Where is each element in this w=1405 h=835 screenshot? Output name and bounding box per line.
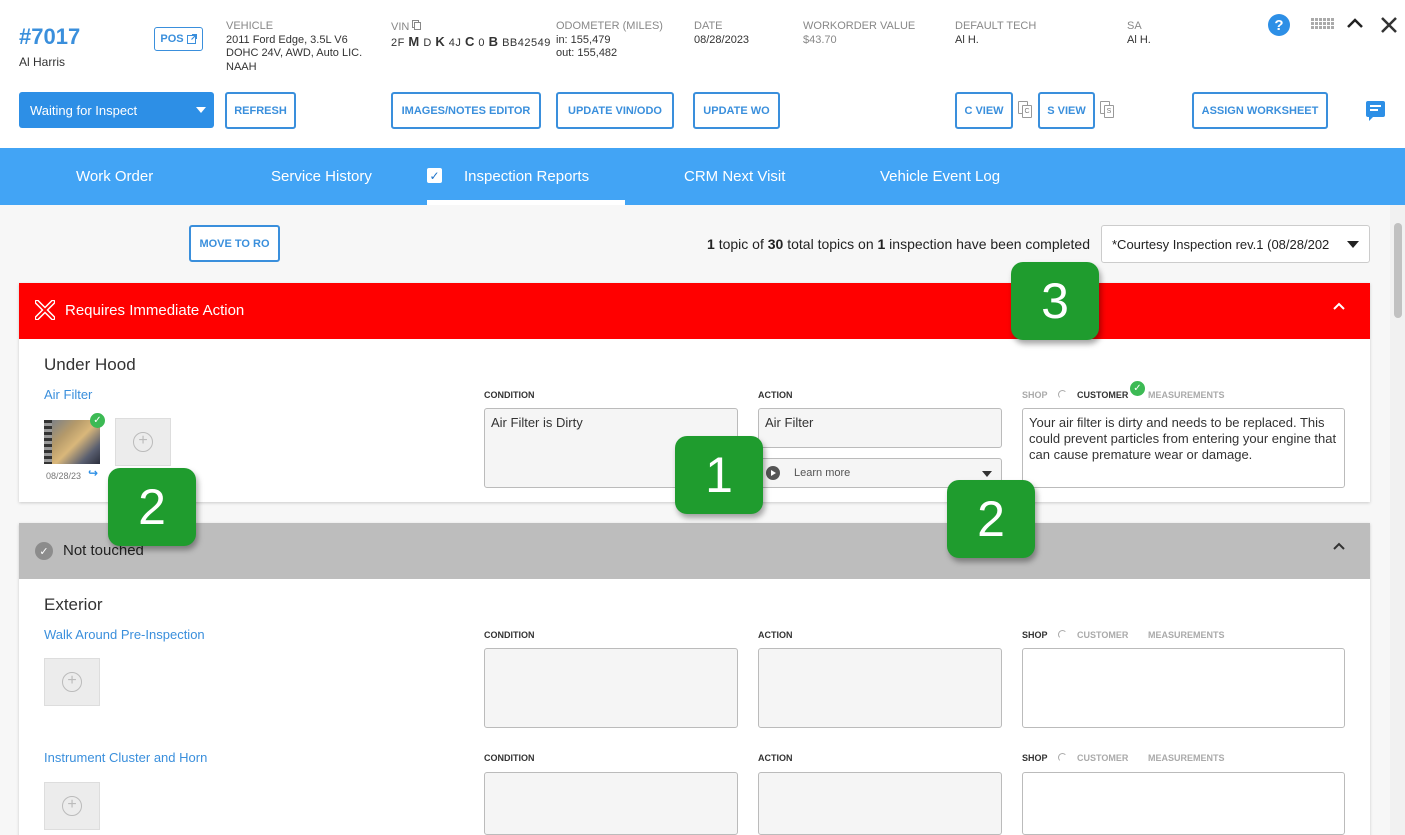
chevron-up-icon[interactable]	[1332, 299, 1346, 313]
measurements-tab[interactable]: MEASUREMENTS	[1148, 753, 1225, 763]
add-photo-button[interactable]: +	[44, 658, 100, 706]
c-view-button[interactable]: C VIEW	[955, 92, 1013, 129]
topic-air-filter[interactable]: Air Filter	[44, 387, 92, 402]
note-field[interactable]	[1022, 772, 1345, 835]
measurements-tab[interactable]: MEASUREMENTS	[1148, 630, 1225, 640]
default-tech-field: DEFAULT TECH Al H.	[955, 20, 1037, 46]
vin-value: 2F M D K 4J C 0 B BB42549	[391, 33, 551, 49]
callout-2-customer: 2	[947, 480, 1035, 558]
chevron-up-icon[interactable]	[1332, 539, 1346, 553]
tab-crm-next-visit[interactable]: CRM Next Visit	[684, 148, 785, 205]
assign-worksheet-button[interactable]: ASSIGN WORKSHEET	[1192, 92, 1328, 129]
app-window: #7017 Al Harris POS VEHICLE 2011 Ford Ed…	[0, 0, 1405, 835]
workorder-header: #7017 Al Harris POS VEHICLE 2011 Ford Ed…	[0, 0, 1405, 148]
check-circle-icon: ✓	[35, 542, 53, 560]
inspection-tab-checkbox[interactable]: ✓	[427, 168, 442, 183]
tab-service-history[interactable]: Service History	[271, 148, 372, 205]
action-label: ACTION	[758, 630, 793, 640]
add-photo-button[interactable]: +	[44, 782, 100, 830]
tab-vehicle-event-log[interactable]: Vehicle Event Log	[880, 148, 1000, 205]
customer-note-field[interactable]: Your air filter is dirty and needs to be…	[1022, 408, 1345, 488]
update-vin-odo-button[interactable]: UPDATE VIN/ODO	[556, 92, 674, 129]
measurements-tab[interactable]: MEASUREMENTS	[1148, 390, 1225, 400]
action-field[interactable]: Air Filter	[758, 408, 1002, 448]
workorder-value-field: WORKORDER VALUE $43.70	[803, 20, 916, 46]
tab-bar: Work Order Service History Inspection Re…	[0, 148, 1405, 205]
section-title: Requires Immediate Action	[65, 302, 245, 319]
loading-icon	[1058, 753, 1067, 762]
topic-walk-around[interactable]: Walk Around Pre-Inspection	[44, 627, 205, 642]
pos-button[interactable]: POS	[154, 27, 203, 51]
date-field: DATE 08/28/2023	[694, 20, 750, 46]
customer-name: Al Harris	[19, 55, 66, 69]
refresh-button[interactable]: REFRESH	[225, 92, 296, 129]
customer-tab[interactable]: CUSTOMER	[1077, 630, 1128, 640]
not-touched-header[interactable]: ✓ Not touched	[19, 523, 1370, 579]
external-link-icon	[186, 34, 197, 44]
action-field[interactable]	[758, 772, 1002, 835]
close-icon[interactable]	[1380, 16, 1398, 34]
play-icon	[766, 466, 780, 480]
photo-date: 08/28/23	[46, 471, 82, 481]
action-label: ACTION	[758, 390, 793, 400]
customer-tab[interactable]: CUSTOMER	[1077, 753, 1128, 763]
loading-icon	[1058, 630, 1067, 639]
callout-1: 1	[675, 436, 763, 514]
odometer-field: ODOMETER (MILES) in: 155,479 out: 155,48…	[556, 20, 663, 59]
condition-label: CONDITION	[484, 753, 535, 763]
workorder-number: #7017	[19, 24, 81, 49]
scrollbar-thumb[interactable]	[1394, 223, 1402, 318]
air-filter-photo[interactable]	[44, 420, 100, 464]
copy-s-link-icon[interactable]: S	[1100, 101, 1114, 118]
condition-label: CONDITION	[484, 390, 535, 400]
loading-icon	[1058, 390, 1067, 399]
group-title-under-hood: Under Hood	[44, 355, 136, 374]
share-icon[interactable]: ↪	[88, 466, 98, 480]
chevron-down-icon	[1347, 241, 1359, 248]
update-wo-button[interactable]: UPDATE WO	[693, 92, 780, 129]
action-field[interactable]	[758, 648, 1002, 728]
plus-icon: +	[62, 796, 82, 816]
tab-inspection-reports[interactable]: Inspection Reports	[426, 148, 626, 205]
completion-summary: 1 topic of 30 total topics on 1 inspecti…	[707, 236, 1090, 252]
condition-field[interactable]	[484, 648, 738, 728]
images-notes-editor-button[interactable]: IMAGES/NOTES EDITOR	[391, 92, 541, 129]
topic-instrument-cluster[interactable]: Instrument Cluster and Horn	[44, 750, 207, 765]
plus-icon: +	[62, 672, 82, 692]
action-label: ACTION	[758, 753, 793, 763]
callout-2-photos: 2	[108, 468, 196, 546]
vehicle-field: VEHICLE 2011 Ford Edge, 3.5L V6 DOHC 24V…	[226, 20, 363, 73]
status-dropdown[interactable]: Waiting for Inspect	[19, 92, 214, 128]
customer-tab[interactable]: CUSTOMER	[1077, 390, 1128, 400]
note-field[interactable]	[1022, 648, 1345, 728]
sa-field: SA Al H.	[1127, 20, 1151, 46]
collapse-header-icon[interactable]	[1346, 16, 1364, 30]
shop-tab[interactable]: SHOP	[1022, 630, 1048, 640]
add-photo-button[interactable]: +	[115, 418, 171, 466]
critical-x-icon	[35, 300, 55, 320]
plus-icon: +	[133, 432, 153, 452]
help-icon[interactable]: ?	[1268, 14, 1290, 36]
tab-work-order[interactable]: Work Order	[76, 148, 153, 205]
move-to-ro-button[interactable]: MOVE TO RO	[189, 225, 280, 262]
chevron-down-icon	[982, 471, 992, 477]
check-circle-icon: ✓	[90, 413, 105, 428]
vin-field: VIN 2F M D K 4J C 0 B BB42549	[391, 20, 551, 49]
group-title-exterior: Exterior	[44, 595, 103, 614]
copy-c-link-icon[interactable]: C	[1018, 101, 1032, 118]
shop-tab[interactable]: SHOP	[1022, 753, 1048, 763]
chat-icon[interactable]	[1366, 101, 1385, 121]
condition-field[interactable]	[484, 772, 738, 835]
check-circle-icon: ✓	[1130, 381, 1145, 396]
shop-tab[interactable]: SHOP	[1022, 390, 1048, 400]
apps-grid-icon[interactable]	[1311, 18, 1335, 30]
scrollbar[interactable]	[1390, 205, 1405, 835]
immediate-action-header[interactable]: Requires Immediate Action	[19, 283, 1370, 339]
s-view-button[interactable]: S VIEW	[1038, 92, 1095, 129]
condition-label: CONDITION	[484, 630, 535, 640]
copy-vin-icon[interactable]	[412, 20, 422, 30]
chevron-down-icon	[196, 107, 206, 113]
inspection-select[interactable]: *Courtesy Inspection rev.1 (08/28/202	[1101, 225, 1370, 263]
callout-3: 3	[1011, 262, 1099, 340]
